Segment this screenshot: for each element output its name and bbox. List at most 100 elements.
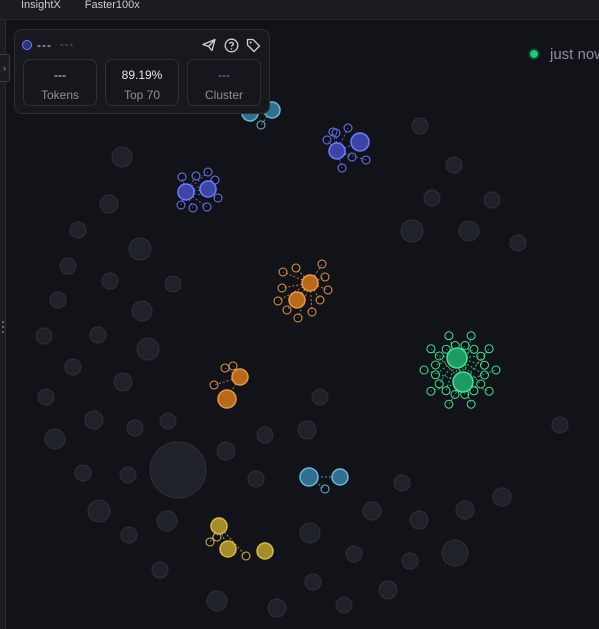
cluster-satellite-bubble[interactable] — [484, 386, 494, 396]
holder-bubble[interactable] — [37, 388, 55, 406]
cluster-satellite-bubble[interactable] — [213, 193, 223, 203]
holder-bubble[interactable] — [64, 358, 82, 376]
holder-bubble[interactable] — [393, 474, 411, 492]
cluster-satellite-bubble[interactable] — [241, 551, 251, 561]
cluster-satellite-bubble[interactable] — [320, 272, 330, 282]
holder-bubble[interactable] — [247, 470, 265, 488]
holder-bubble[interactable] — [156, 510, 178, 532]
cluster-satellite-bubble[interactable] — [282, 305, 292, 315]
cluster-satellite-bubble[interactable] — [256, 120, 266, 130]
cluster-main-bubble[interactable] — [350, 132, 370, 152]
holder-bubble[interactable] — [119, 466, 137, 484]
cluster-satellite-bubble[interactable] — [320, 484, 330, 494]
holder-bubble[interactable] — [378, 580, 398, 600]
cluster-satellite-bubble[interactable] — [466, 331, 476, 341]
tab-insightx[interactable]: InsightX — [21, 0, 61, 10]
holder-bubble[interactable] — [159, 412, 177, 430]
cluster-satellite-bubble[interactable] — [202, 202, 212, 212]
holder-bubble[interactable] — [164, 275, 182, 293]
holder-bubble[interactable] — [131, 300, 153, 322]
holder-bubble[interactable] — [84, 410, 104, 430]
cluster-main-bubble[interactable] — [288, 291, 306, 309]
cluster-satellite-bubble[interactable] — [469, 344, 479, 354]
holder-bubble[interactable] — [206, 590, 228, 612]
holder-bubble[interactable] — [458, 220, 480, 242]
cluster-satellite-bubble[interactable] — [460, 341, 470, 350]
holder-bubble[interactable] — [297, 420, 317, 440]
cluster-satellite-bubble[interactable] — [315, 295, 325, 305]
cluster-satellite-bubble[interactable] — [491, 365, 501, 375]
holder-bubble[interactable] — [49, 291, 67, 309]
cluster-satellite-bubble[interactable] — [434, 351, 444, 361]
cluster-satellite-bubble[interactable] — [466, 399, 476, 409]
cluster-satellite-bubble[interactable] — [476, 351, 486, 361]
holder-bubble[interactable] — [311, 388, 329, 406]
cluster-main-bubble[interactable] — [199, 180, 217, 198]
holder-bubble[interactable] — [304, 573, 322, 591]
cluster-satellite-bubble[interactable] — [361, 155, 371, 165]
holder-bubble[interactable] — [441, 539, 469, 567]
cluster-satellite-bubble[interactable] — [176, 200, 186, 210]
holder-bubble[interactable] — [299, 522, 321, 544]
holder-bubble[interactable] — [128, 237, 152, 261]
cluster-satellite-bubble[interactable] — [419, 365, 429, 375]
holder-bubble[interactable] — [411, 117, 429, 135]
holder-bubble[interactable] — [35, 327, 53, 345]
cluster-satellite-bubble[interactable] — [426, 344, 436, 354]
cluster-main-bubble[interactable] — [446, 347, 468, 369]
cluster-main-bubble[interactable] — [210, 517, 228, 535]
cluster-main-bubble[interactable] — [299, 467, 319, 487]
holder-bubble[interactable] — [551, 416, 569, 434]
cluster-satellite-bubble[interactable] — [347, 152, 357, 162]
cluster-satellite-bubble[interactable] — [291, 263, 301, 273]
cluster-satellite-bubble[interactable] — [434, 379, 444, 389]
holder-bubble[interactable] — [74, 464, 92, 482]
cluster-satellite-bubble[interactable] — [431, 370, 440, 380]
holder-bubble[interactable] — [483, 191, 501, 209]
cluster-satellite-bubble[interactable] — [450, 390, 460, 399]
cluster-satellite-bubble[interactable] — [277, 283, 287, 293]
cluster-satellite-bubble[interactable] — [444, 331, 454, 341]
cluster-satellite-bubble[interactable] — [444, 399, 454, 409]
holder-bubble[interactable] — [216, 441, 236, 461]
cluster-main-bubble[interactable] — [301, 274, 319, 292]
holder-bubble-large[interactable] — [149, 441, 207, 499]
cluster-satellite-bubble[interactable] — [317, 259, 327, 269]
cluster-main-bubble[interactable] — [328, 142, 346, 160]
cluster-satellite-bubble[interactable] — [476, 379, 486, 389]
cluster-satellite-bubble[interactable] — [228, 361, 238, 371]
holder-bubble[interactable] — [256, 426, 274, 444]
holder-bubble[interactable] — [455, 500, 475, 520]
holder-bubble[interactable] — [345, 545, 363, 563]
holder-bubble[interactable] — [99, 194, 119, 214]
cluster-satellite-bubble[interactable] — [323, 285, 333, 295]
holder-bubble[interactable] — [69, 221, 87, 239]
cluster-main-bubble[interactable] — [217, 389, 237, 409]
tag-icon[interactable] — [245, 37, 261, 53]
cluster-satellite-bubble[interactable] — [426, 386, 436, 396]
holder-bubble[interactable] — [111, 146, 133, 168]
cluster-satellite-bubble[interactable] — [220, 363, 230, 373]
cluster-main-bubble[interactable] — [256, 542, 274, 560]
drag-handle[interactable] — [2, 321, 5, 333]
cluster-satellite-bubble[interactable] — [331, 128, 341, 138]
tab-faster100x[interactable]: Faster100x — [85, 0, 140, 10]
cluster-satellite-bubble[interactable] — [203, 167, 213, 177]
cluster-satellite-bubble[interactable] — [177, 172, 187, 182]
holder-bubble[interactable] — [136, 337, 160, 361]
help-icon[interactable] — [223, 37, 239, 53]
holder-bubble[interactable] — [87, 499, 111, 523]
holder-bubble[interactable] — [44, 428, 66, 450]
holder-bubble[interactable] — [120, 526, 138, 544]
cluster-satellite-bubble[interactable] — [273, 296, 283, 306]
holder-bubble[interactable] — [267, 598, 287, 618]
expand-panel-button[interactable]: › — [0, 54, 10, 82]
holder-bubble[interactable] — [400, 219, 424, 243]
holder-bubble[interactable] — [492, 487, 512, 507]
send-icon[interactable] — [201, 37, 217, 53]
cluster-satellite-bubble[interactable] — [188, 203, 198, 213]
cluster-satellite-bubble[interactable] — [337, 163, 347, 173]
cluster-satellite-bubble[interactable] — [278, 267, 288, 277]
cluster-satellite-bubble[interactable] — [307, 307, 317, 317]
holder-bubble[interactable] — [59, 257, 77, 275]
